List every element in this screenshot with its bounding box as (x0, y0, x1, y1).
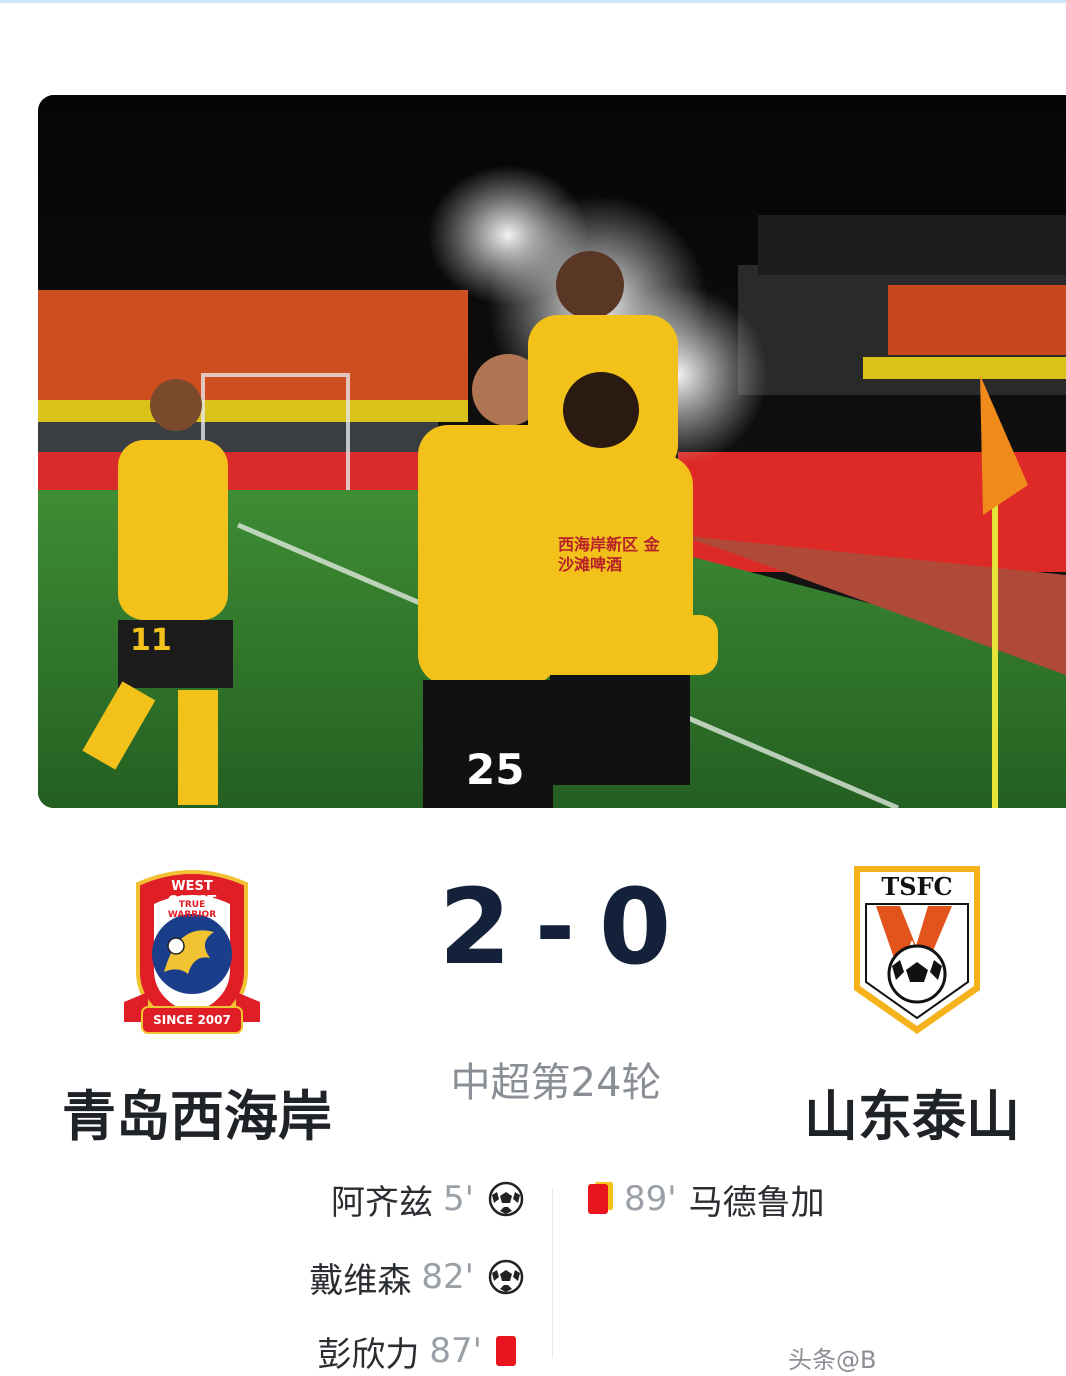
away-logo-top-text: TSFC (881, 872, 953, 901)
event-player[interactable]: 阿齐兹 (331, 1175, 433, 1224)
events-divider (552, 1188, 553, 1358)
jersey-sponsor-text: 西海岸新区 金沙滩啤酒 (558, 535, 660, 574)
goal-icon (488, 1259, 524, 1295)
top-border (0, 0, 1066, 3)
away-score: 0 (598, 866, 674, 988)
event-minute: 5' (443, 1179, 474, 1219)
event-player[interactable]: 马德鲁加 (689, 1175, 825, 1224)
event-player[interactable]: 彭欣力 (317, 1327, 419, 1376)
event-minute: 89' (624, 1179, 677, 1219)
home-event-row: 彭欣力 87' (317, 1327, 524, 1376)
match-photo[interactable]: 11 25 西海岸新区 金沙滩啤酒 (38, 95, 1066, 808)
home-score: 2 (438, 866, 514, 988)
league-round-label: 中超第24轮 (450, 1060, 662, 1106)
event-player[interactable]: 戴维森 (309, 1253, 411, 1302)
score-separator: - (535, 871, 577, 983)
home-event-row: 戴维森 82' (309, 1253, 524, 1302)
scoreline: 2 - 0 (420, 862, 692, 992)
home-team-name[interactable]: 青岛西海岸 (62, 1072, 332, 1151)
shirt-number-25: 25 (466, 745, 525, 794)
goal-icon (488, 1181, 524, 1217)
event-minute: 82' (421, 1257, 474, 1297)
celebration-photo-illustration (38, 95, 1066, 808)
home-logo-mid-text: TRUE WARRIOR (167, 900, 217, 920)
home-event-row: 阿齐兹 5' (331, 1175, 524, 1224)
away-team-name[interactable]: 山东泰山 (804, 1072, 1020, 1151)
home-logo-since-text: SINCE 2007 (153, 1013, 231, 1027)
second-yellow-red-card-icon (588, 1184, 608, 1214)
event-minute: 87' (429, 1331, 482, 1371)
away-event-row: 89' 马德鲁加 (588, 1175, 825, 1224)
home-team-logo[interactable]: WEST COAST TRUE WARRIOR SINCE 2007 (118, 862, 266, 1042)
red-card-icon (496, 1336, 516, 1366)
away-team-logo[interactable]: TSFC (850, 862, 984, 1038)
shirt-number-11: 11 (130, 623, 172, 658)
